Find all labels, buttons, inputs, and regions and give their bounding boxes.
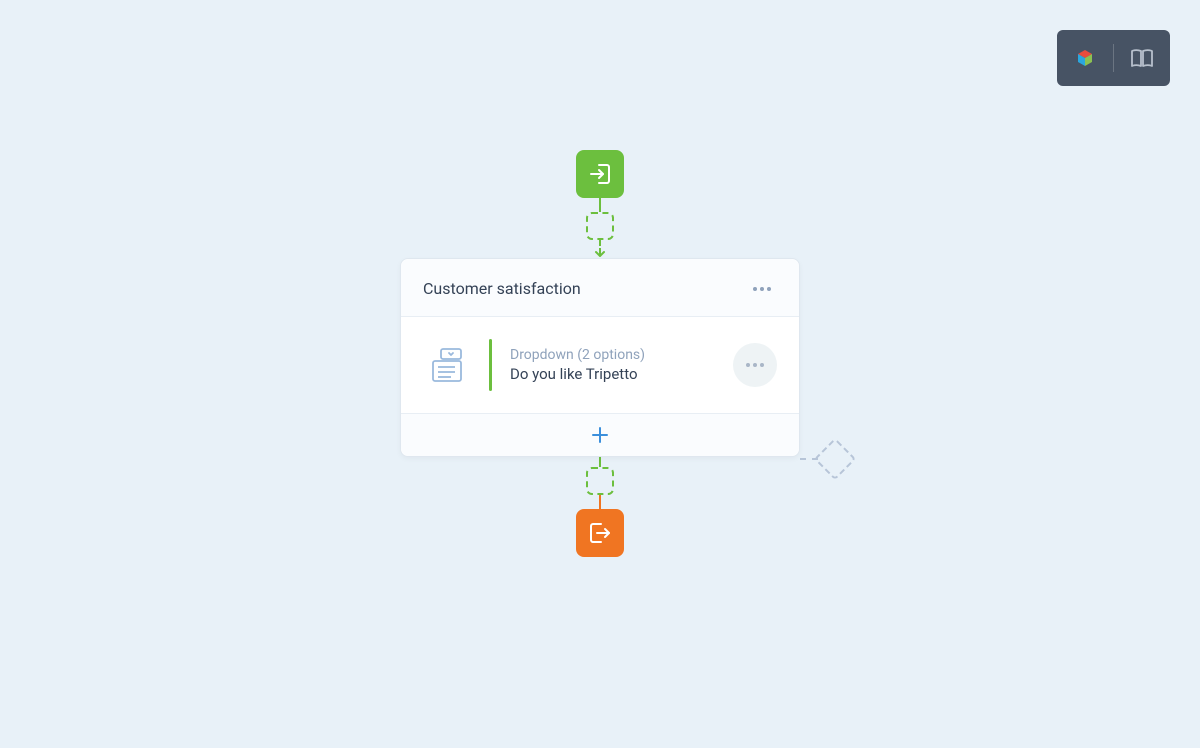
flow-canvas: Customer satisfaction Dropdown (2 option… <box>400 150 800 557</box>
top-toolbar <box>1057 30 1170 86</box>
dropdown-block-icon <box>427 347 467 383</box>
question-row[interactable]: Dropdown (2 options) Do you like Tripett… <box>401 317 799 414</box>
connector <box>599 457 601 467</box>
section-card: Customer satisfaction Dropdown (2 option… <box>400 258 800 457</box>
card-header[interactable]: Customer satisfaction <box>401 259 799 317</box>
question-text-wrap: Dropdown (2 options) Do you like Tripett… <box>510 347 715 383</box>
tripetto-logo-icon <box>1073 46 1097 70</box>
arrow-down-icon <box>593 248 607 258</box>
question-meta: Dropdown (2 options) <box>510 347 715 363</box>
plus-icon <box>591 426 609 444</box>
connector <box>599 240 601 246</box>
question-type-icon-wrap <box>423 347 471 383</box>
exit-arrow-icon <box>587 520 613 546</box>
logo-button[interactable] <box>1057 30 1113 86</box>
connector <box>599 198 601 212</box>
start-node[interactable] <box>576 150 624 198</box>
accent-bar <box>489 339 492 391</box>
add-question-button[interactable] <box>401 414 799 456</box>
question-menu-button[interactable] <box>733 343 777 387</box>
enter-arrow-icon <box>587 161 613 187</box>
card-title: Customer satisfaction <box>423 279 581 298</box>
branch-placeholder[interactable] <box>814 438 856 480</box>
question-title: Do you like Tripetto <box>510 365 715 383</box>
drop-placeholder-top[interactable] <box>586 212 614 240</box>
card-menu-button[interactable] <box>747 281 777 297</box>
book-open-icon <box>1130 48 1154 68</box>
connector <box>599 495 601 509</box>
drop-placeholder-bottom[interactable] <box>586 467 614 495</box>
docs-button[interactable] <box>1114 30 1170 86</box>
end-node[interactable] <box>576 509 624 557</box>
